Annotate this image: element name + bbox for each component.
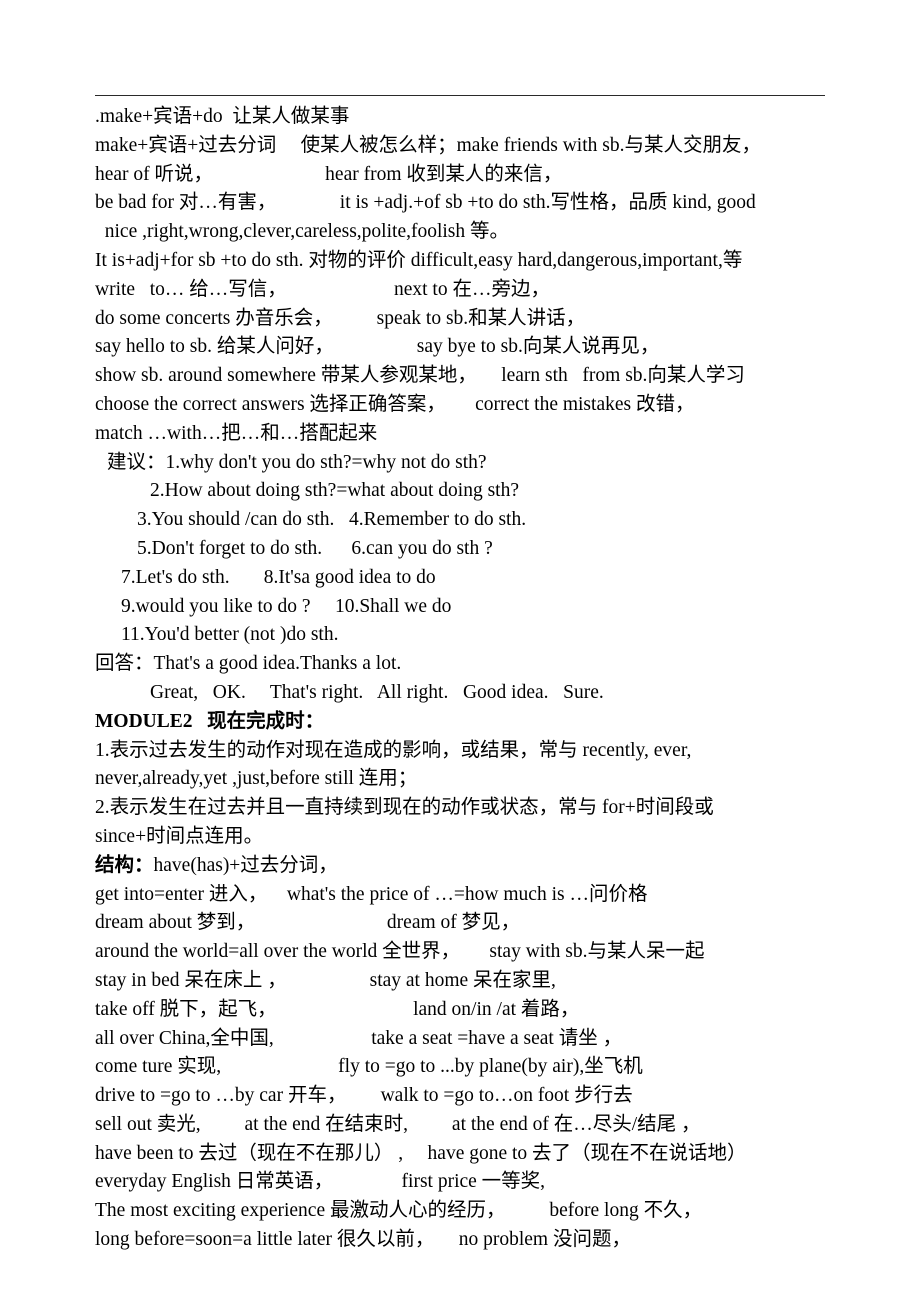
- line-text: The most exciting experience 最激动人心的经历， b…: [95, 1200, 703, 1222]
- text-line: nice ,right,wrong,clever,careless,polite…: [95, 218, 855, 247]
- line-text: around the world=all over the world 全世界，…: [95, 941, 705, 963]
- line-text: sell out 卖光, at the end 在结束时, at the end…: [95, 1113, 701, 1135]
- line-text: have(has)+过去分词，: [153, 854, 338, 876]
- document-body: .make+宾语+do 让某人做某事 make+宾语+过去分词 使某人被怎么样；m…: [95, 103, 855, 1255]
- text-line: 11.You'd better (not )do sth.: [95, 621, 855, 650]
- text-line: sell out 卖光, at the end 在结束时, at the end…: [95, 1111, 855, 1140]
- text-line: write to… 给…写信， next to 在…旁边，: [95, 276, 855, 305]
- text-line: stay in bed 呆在床上 ， stay at home 呆在家里,: [95, 967, 855, 996]
- line-text: all over China,全中国, take a seat =have a …: [95, 1027, 623, 1049]
- line-text: 2.表示发生在过去并且一直持续到现在的动作或状态，常与 for+时间段或: [95, 797, 714, 819]
- text-line: everyday English 日常英语， first price 一等奖,: [95, 1168, 855, 1197]
- line-text: 建议：1.why don't you do sth?=why not do st…: [107, 451, 487, 473]
- line-text: 11.You'd better (not )do sth.: [121, 624, 339, 646]
- line-text: show sb. around somewhere 带某人参观某地， learn…: [95, 365, 745, 387]
- text-line: 5.Don't forget to do sth. 6.can you do s…: [95, 535, 855, 564]
- line-text: be bad for 对…有害， it is +adj.+of sb +to d…: [95, 192, 756, 214]
- line-text: 9.would you like to do ? 10.Shall we do: [121, 595, 452, 617]
- text-line: 9.would you like to do ? 10.Shall we do: [95, 593, 855, 622]
- text-line: take off 脱下，起飞， land on/in /at 着路，: [95, 996, 855, 1025]
- line-text: everyday English 日常英语， first price 一等奖,: [95, 1171, 546, 1193]
- line-text: 7.Let's do sth. 8.It'sa good idea to do: [121, 566, 436, 588]
- text-line: 3.You should /can do sth. 4.Remember to …: [95, 506, 855, 535]
- text-line: 结构：have(has)+过去分词，: [95, 852, 855, 881]
- line-text: make+宾语+过去分词 使某人被怎么样；make friends with s…: [95, 134, 761, 156]
- text-line: say hello to sb. 给某人问好， say bye to sb.向某…: [95, 333, 855, 362]
- line-text: 3.You should /can do sth. 4.Remember to …: [137, 509, 527, 531]
- line-text: do some concerts 办音乐会， speak to sb.和某人讲话…: [95, 307, 586, 329]
- line-text: write to… 给…写信， next to 在…旁边，: [95, 278, 550, 300]
- text-line: show sb. around somewhere 带某人参观某地， learn…: [95, 362, 855, 391]
- text-line: choose the correct answers 选择正确答案， corre…: [95, 391, 855, 420]
- line-text: 2.How about doing sth?=what about doing …: [150, 480, 519, 502]
- text-line: since+时间点连用。: [95, 823, 855, 852]
- text-line: make+宾语+过去分词 使某人被怎么样；make friends with s…: [95, 132, 855, 161]
- line-text: It is+adj+for sb +to do sth. 对物的评价 diffi…: [95, 249, 743, 271]
- line-text: since+时间点连用。: [95, 825, 264, 847]
- line-text: 5.Don't forget to do sth. 6.can you do s…: [137, 537, 493, 559]
- text-line: come ture 实现, fly to =go to ...by plane(…: [95, 1053, 855, 1082]
- line-text: stay in bed 呆在床上 ， stay at home 呆在家里,: [95, 969, 556, 991]
- text-line: do some concerts 办音乐会， speak to sb.和某人讲话…: [95, 305, 855, 334]
- line-text: long before=soon=a little later 很久以前， no…: [95, 1229, 631, 1251]
- text-line: hear of 听说， hear from 收到某人的来信，: [95, 161, 855, 190]
- text-line: MODULE2 现在完成时：: [95, 708, 855, 737]
- top-horizontal-rule: [95, 95, 825, 96]
- text-line: The most exciting experience 最激动人心的经历， b…: [95, 1197, 855, 1226]
- text-line: It is+adj+for sb +to do sth. 对物的评价 diffi…: [95, 247, 855, 276]
- text-line: never,already,yet ,just,before still 连用；: [95, 765, 855, 794]
- text-line: 7.Let's do sth. 8.It'sa good idea to do: [95, 564, 855, 593]
- line-text: hear of 听说， hear from 收到某人的来信，: [95, 163, 563, 185]
- line-text: get into=enter 进入， what's the price of ……: [95, 883, 648, 905]
- text-line: match …with…把…和…搭配起来: [95, 420, 855, 449]
- text-line: be bad for 对…有害， it is +adj.+of sb +to d…: [95, 189, 855, 218]
- line-text: dream about 梦到， dream of 梦见，: [95, 912, 521, 934]
- text-line: around the world=all over the world 全世界，…: [95, 938, 855, 967]
- text-line: drive to =go to …by car 开车， walk to =go …: [95, 1082, 855, 1111]
- line-text: have been to 去过（现在不在那儿） , have gone to 去…: [95, 1142, 747, 1164]
- line-text: Great, OK. That's right. All right. Good…: [150, 681, 604, 703]
- text-line: get into=enter 进入， what's the price of ……: [95, 881, 855, 910]
- text-line: 2.How about doing sth?=what about doing …: [95, 477, 855, 506]
- line-text: never,already,yet ,just,before still 连用；: [95, 768, 418, 790]
- line-text: .make+宾语+do 让某人做某事: [95, 106, 350, 127]
- line-lead: 结构：: [95, 854, 154, 876]
- line-text: choose the correct answers 选择正确答案， corre…: [95, 393, 695, 415]
- text-line: long before=soon=a little later 很久以前， no…: [95, 1226, 855, 1255]
- line-text: say hello to sb. 给某人问好， say bye to sb.向某…: [95, 336, 660, 358]
- line-text: come ture 实现, fly to =go to ...by plane(…: [95, 1056, 643, 1078]
- line-text: 1.表示过去发生的动作对现在造成的影响，或结果，常与 recently, eve…: [95, 739, 692, 761]
- line-lead: MODULE2 现在完成时：: [95, 710, 325, 732]
- line-text: 回答：That's a good idea.Thanks a lot.: [95, 653, 402, 675]
- line-text: drive to =go to …by car 开车， walk to =go …: [95, 1085, 633, 1107]
- text-line: 建议：1.why don't you do sth?=why not do st…: [95, 449, 855, 478]
- text-line: Great, OK. That's right. All right. Good…: [95, 679, 855, 708]
- text-line: 回答：That's a good idea.Thanks a lot.: [95, 650, 855, 679]
- text-line: 2.表示发生在过去并且一直持续到现在的动作或状态，常与 for+时间段或: [95, 794, 855, 823]
- text-line: all over China,全中国, take a seat =have a …: [95, 1025, 855, 1054]
- text-line: .make+宾语+do 让某人做某事: [95, 103, 855, 132]
- text-line: dream about 梦到， dream of 梦见，: [95, 909, 855, 938]
- line-text: take off 脱下，起飞， land on/in /at 着路，: [95, 998, 580, 1020]
- line-text: match …with…把…和…搭配起来: [95, 422, 378, 444]
- line-text: nice ,right,wrong,clever,careless,polite…: [95, 221, 510, 243]
- text-line: 1.表示过去发生的动作对现在造成的影响，或结果，常与 recently, eve…: [95, 737, 855, 766]
- text-line: have been to 去过（现在不在那儿） , have gone to 去…: [95, 1140, 855, 1169]
- document-page: .make+宾语+do 让某人做某事 make+宾语+过去分词 使某人被怎么样；m…: [0, 0, 920, 1301]
